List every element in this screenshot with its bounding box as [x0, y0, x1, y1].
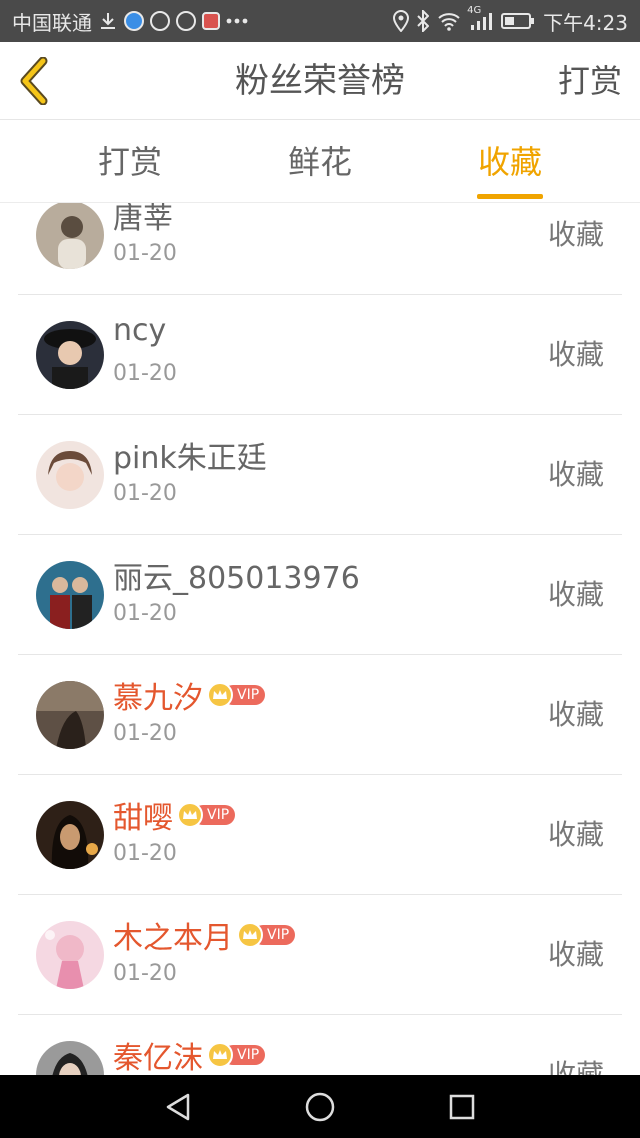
- vip-badge: VIP: [177, 802, 236, 828]
- system-back-button[interactable]: [148, 1075, 208, 1138]
- app-notification-icon: [124, 11, 144, 31]
- compass-icon: [150, 11, 170, 31]
- weibo-icon: [202, 12, 220, 30]
- user-name: 唐莘: [113, 203, 173, 236]
- avatar[interactable]: [36, 681, 104, 749]
- avatar[interactable]: [36, 321, 104, 389]
- date-label: 01-20: [113, 721, 177, 746]
- date-label: 01-20: [113, 481, 177, 506]
- action-label: 收藏: [547, 218, 604, 251]
- status-left: 中国联通: [12, 0, 248, 42]
- vip-badge: VIP: [237, 922, 296, 948]
- active-tab-indicator: [477, 194, 543, 199]
- location-icon: [393, 10, 410, 32]
- action-label: 收藏: [547, 458, 604, 491]
- avatar[interactable]: [36, 921, 104, 989]
- tab-reward[interactable]: 打赏: [80, 121, 180, 203]
- download-icon: [98, 11, 118, 31]
- list-item[interactable]: 甜嘤 VIP 01-20 收藏: [0, 775, 640, 895]
- user-name: 甜嘤 VIP: [113, 793, 236, 837]
- signal-icon: 4G: [467, 5, 493, 31]
- square-recents-icon: [449, 1094, 475, 1119]
- user-name: 木之本月 VIP: [113, 913, 296, 957]
- tab-bar: 打赏 鲜花 收藏: [0, 121, 640, 203]
- list-item[interactable]: 秦亿沫 VIP 01-20 收藏: [0, 1015, 640, 1075]
- avatar[interactable]: [36, 1041, 104, 1075]
- app-badge-icon: [176, 11, 196, 31]
- chevron-left-icon: [20, 57, 48, 105]
- tab-flowers[interactable]: 鲜花: [270, 121, 370, 203]
- page-title: 粉丝荣誉榜: [235, 61, 405, 101]
- tab-label: 打赏: [97, 143, 162, 181]
- tab-favorites[interactable]: 收藏: [460, 121, 560, 203]
- system-home-button[interactable]: [290, 1075, 350, 1138]
- user-name: ncy: [113, 313, 167, 348]
- list-item[interactable]: 木之本月 VIP 01-20 收藏: [0, 895, 640, 1015]
- status-right: 4G 下午4:23: [393, 0, 628, 42]
- vip-badge: VIP: [207, 682, 266, 708]
- date-label: 01-20: [113, 241, 177, 266]
- network-type-label: 4G: [467, 5, 482, 16]
- user-name: 丽云_805013976: [113, 561, 360, 596]
- action-label: 收藏: [547, 698, 604, 731]
- avatar[interactable]: [36, 441, 104, 509]
- action-label: 收藏: [547, 578, 604, 611]
- date-label: 01-20: [113, 361, 177, 386]
- carrier-label: 中国联通: [12, 10, 92, 35]
- wifi-icon: [437, 11, 461, 31]
- vip-badge: VIP: [207, 1042, 266, 1068]
- date-label: 01-20: [113, 601, 177, 626]
- list-item[interactable]: 丽云_805013976 01-20 收藏: [0, 535, 640, 655]
- clock-label: 下午4:23: [543, 10, 628, 35]
- action-label: 收藏: [547, 1058, 604, 1075]
- user-name: 慕九汐 VIP: [113, 673, 266, 717]
- system-recents-button[interactable]: [432, 1075, 492, 1138]
- action-label: 收藏: [547, 338, 604, 371]
- avatar[interactable]: [36, 203, 104, 269]
- circle-home-icon: [305, 1092, 335, 1121]
- system-nav-bar: [0, 1075, 640, 1138]
- avatar[interactable]: [36, 801, 104, 869]
- list-item[interactable]: 唐莘 01-20 收藏: [0, 203, 640, 295]
- tab-label: 鲜花: [287, 143, 352, 181]
- bluetooth-icon: [417, 10, 430, 32]
- list-item[interactable]: ncy 01-20 收藏: [0, 295, 640, 415]
- nav-bar: 粉丝荣誉榜 打赏: [0, 42, 640, 120]
- triangle-back-icon: [166, 1093, 190, 1120]
- avatar[interactable]: [36, 561, 104, 629]
- list-item[interactable]: 慕九汐 VIP 01-20 收藏: [0, 655, 640, 775]
- date-label: 01-20: [113, 961, 177, 986]
- crown-icon: [207, 1042, 233, 1068]
- action-label: 收藏: [547, 938, 604, 971]
- battery-icon: [501, 12, 535, 30]
- fan-list[interactable]: 唐莘 01-20 收藏 ncy 01-20 收藏 pink朱正廷 01-20 收…: [0, 203, 640, 1075]
- crown-icon: [177, 802, 203, 828]
- action-label: 收藏: [547, 818, 604, 851]
- list-item[interactable]: pink朱正廷 01-20 收藏: [0, 415, 640, 535]
- user-name: 秦亿沫 VIP: [113, 1033, 266, 1075]
- more-notifications-icon: [226, 17, 248, 25]
- date-label: 01-20: [113, 841, 177, 866]
- tab-label: 收藏: [477, 143, 542, 181]
- crown-icon: [207, 682, 233, 708]
- back-button[interactable]: [12, 56, 56, 106]
- reward-button[interactable]: 打赏: [558, 42, 622, 120]
- status-bar: 中国联通 4G 下午4:23: [0, 0, 640, 42]
- crown-icon: [237, 922, 263, 948]
- user-name: pink朱正廷: [113, 441, 267, 476]
